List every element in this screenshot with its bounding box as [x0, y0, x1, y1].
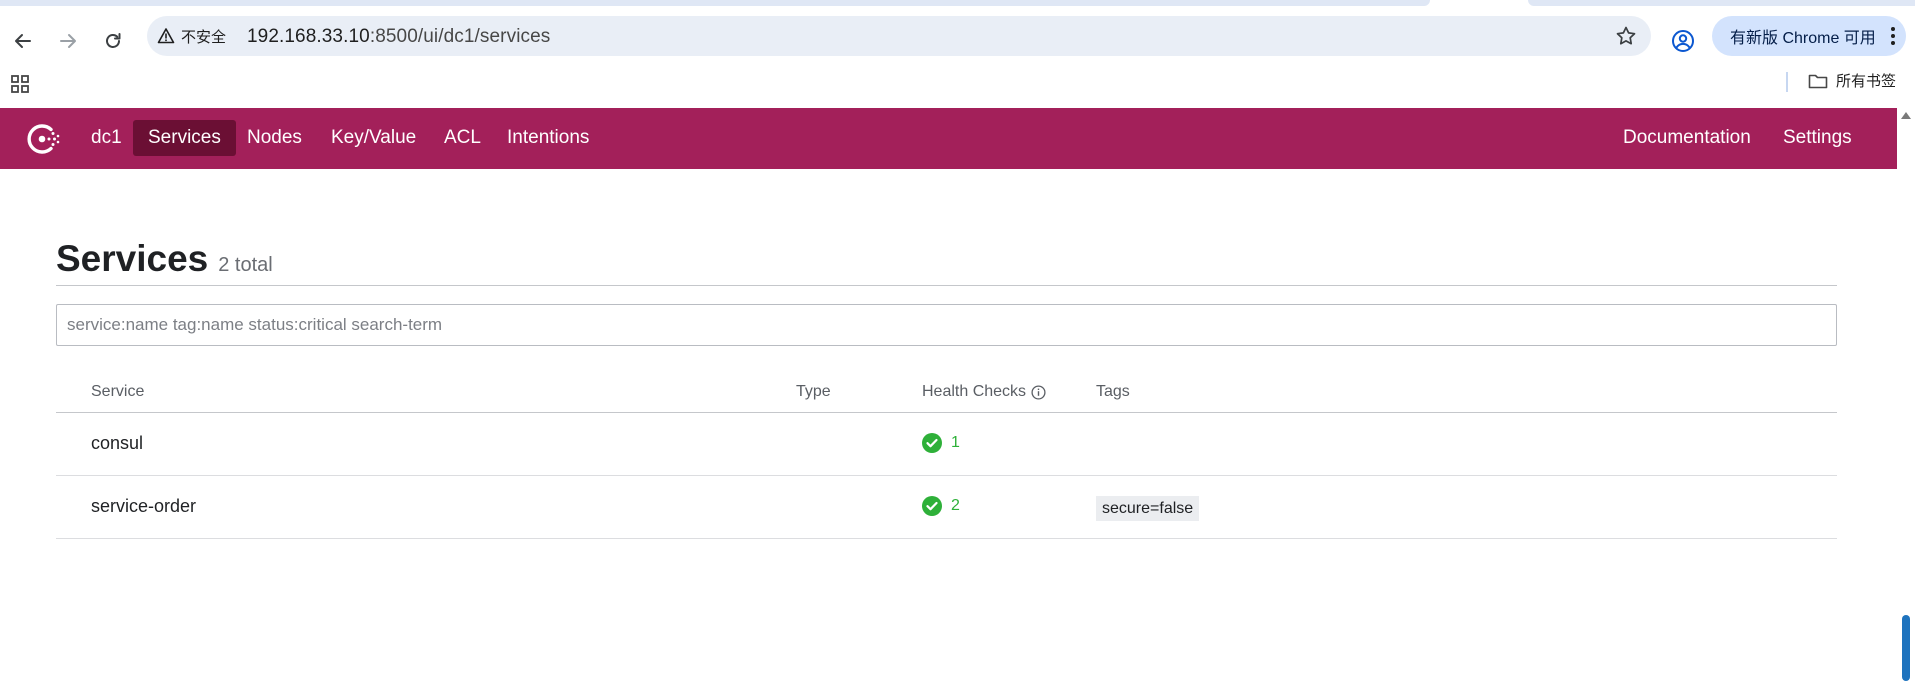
page-scrollbar[interactable]	[1897, 108, 1915, 686]
bookmarks-divider	[1786, 72, 1788, 92]
consul-logo-icon[interactable]	[25, 121, 61, 157]
consul-top-nav: dc1 Services Nodes Key/Value ACL Intenti…	[0, 108, 1897, 169]
warning-icon	[157, 28, 175, 44]
services-count: 2 total	[218, 254, 273, 276]
security-chip[interactable]: 不安全	[157, 25, 226, 47]
more-vert-icon[interactable]	[1890, 26, 1896, 46]
nav-nodes[interactable]: Nodes	[232, 120, 317, 156]
page-heading: Services	[56, 238, 209, 279]
url-text[interactable]: 192.168.33.10:8500/ui/dc1/services	[247, 26, 550, 48]
url-host: 192.168.33.10	[247, 26, 370, 47]
scrollbar-thumb[interactable]	[1902, 615, 1910, 681]
title-divider	[56, 285, 1837, 286]
nav-intentions[interactable]: Intentions	[492, 120, 604, 156]
all-bookmarks-button[interactable]: 所有书签	[1808, 70, 1896, 91]
nav-settings[interactable]: Settings	[1768, 120, 1867, 156]
forward-button[interactable]	[48, 21, 88, 61]
back-button[interactable]	[3, 21, 43, 61]
check-circle-icon	[922, 433, 942, 453]
nav-key-value[interactable]: Key/Value	[316, 120, 431, 156]
browser-tab[interactable]	[1528, 0, 1915, 6]
folder-icon	[1808, 74, 1828, 88]
services-table: Service Type Health Checks Tags consul 1…	[56, 374, 1837, 539]
check-circle-icon	[922, 496, 942, 516]
security-label: 不安全	[181, 28, 227, 46]
service-name-link[interactable]: service-order	[91, 496, 196, 517]
table-header: Service Type Health Checks Tags	[56, 374, 1837, 413]
bookmark-star-icon[interactable]	[1615, 25, 1637, 47]
bookmarks-bar: 所有书签	[0, 66, 1915, 108]
table-row[interactable]: consul 1	[56, 413, 1837, 476]
health-checks-cell: 1	[922, 433, 960, 453]
update-label: 有新版 Chrome 可用	[1730, 30, 1876, 47]
apps-grid-icon[interactable]	[10, 74, 30, 94]
arrow-right-icon	[60, 34, 76, 48]
page-title: Services 2 total	[56, 238, 273, 280]
tab-strip	[0, 0, 1915, 7]
scroll-up-arrow-icon[interactable]	[1901, 112, 1911, 119]
header-type[interactable]: Type	[796, 383, 831, 401]
profile-icon[interactable]	[1671, 29, 1695, 53]
all-bookmarks-label: 所有书签	[1836, 73, 1897, 90]
reload-icon	[106, 33, 121, 48]
browser-tab[interactable]	[0, 0, 1430, 6]
passing-count: 1	[951, 434, 960, 451]
service-name-link[interactable]: consul	[91, 433, 143, 454]
health-checks-cell: 2	[922, 496, 960, 516]
nav-services[interactable]: Services	[133, 120, 236, 156]
info-icon[interactable]	[1031, 384, 1046, 400]
arrow-left-icon	[15, 34, 31, 48]
header-service[interactable]: Service	[91, 383, 144, 401]
tag-badge: secure=false	[1096, 496, 1200, 521]
url-path: :8500/ui/dc1/services	[369, 26, 551, 47]
reload-button[interactable]	[93, 21, 133, 61]
search-input[interactable]	[56, 304, 1837, 346]
address-bar[interactable]: 不安全 192.168.33.10:8500/ui/dc1/services	[147, 16, 1651, 56]
nav-documentation[interactable]: Documentation	[1608, 120, 1766, 156]
nav-acl[interactable]: ACL	[429, 120, 496, 156]
chrome-update-button[interactable]: 有新版 Chrome 可用	[1712, 16, 1906, 56]
header-health-checks[interactable]: Health Checks	[922, 383, 1046, 401]
header-tags[interactable]: Tags	[1096, 383, 1130, 401]
table-row[interactable]: service-order 2 secure=false	[56, 476, 1837, 539]
passing-count: 2	[951, 497, 960, 514]
datacenter-selector[interactable]: dc1	[76, 120, 137, 156]
browser-toolbar: 不安全 192.168.33.10:8500/ui/dc1/services 有…	[0, 7, 1915, 66]
header-health-label: Health Checks	[922, 383, 1027, 400]
